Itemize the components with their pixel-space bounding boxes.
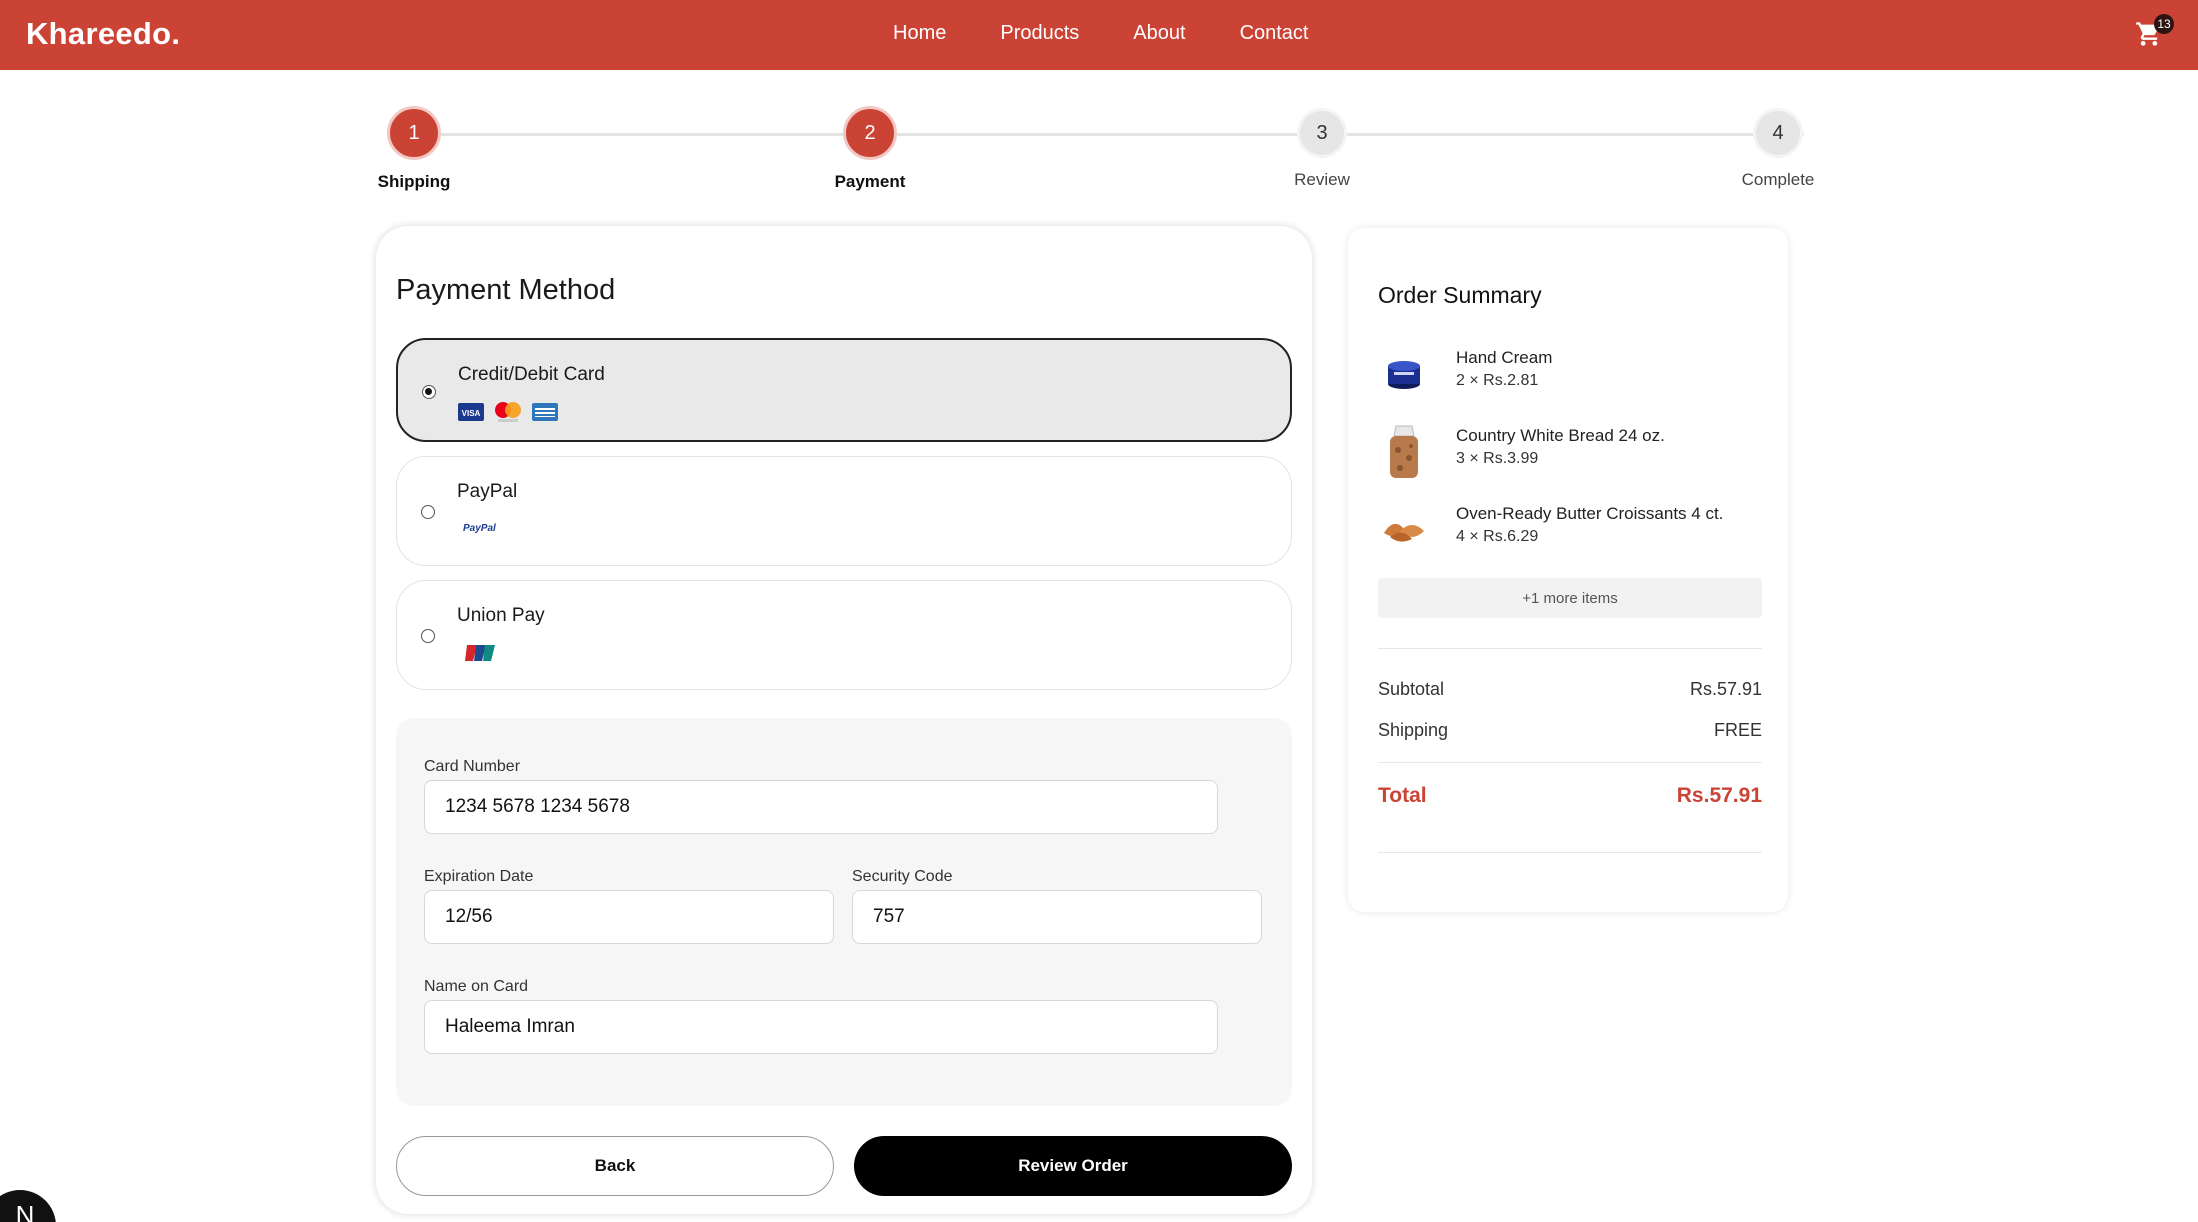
paypal-logos: PayPal — [457, 523, 496, 534]
shipping-row: Shipping FREE — [1378, 720, 1762, 741]
expiration-date-input[interactable] — [424, 890, 834, 944]
total-label: Total — [1378, 784, 1427, 807]
step-number: 2 — [843, 106, 897, 160]
amex-logo-icon — [532, 403, 558, 421]
review-order-button[interactable]: Review Order — [854, 1136, 1292, 1196]
step-label: Complete — [1741, 170, 1815, 189]
unionpay-radio[interactable] — [421, 629, 435, 643]
step-payment: 2 Payment — [800, 106, 940, 192]
dev-tools-badge[interactable]: N — [0, 1190, 56, 1222]
item-quantity-price: 4 × Rs.6.29 — [1456, 528, 1539, 545]
summary-divider — [1378, 852, 1762, 853]
stepper-line — [410, 133, 1804, 136]
order-summary-panel: Order Summary Hand Cream 2 × Rs.2.81 Cou… — [1348, 228, 1788, 912]
more-items-indicator[interactable]: +1 more items — [1378, 578, 1762, 618]
payment-option-unionpay[interactable]: Union Pay — [396, 580, 1292, 690]
nav-contact-link[interactable]: Contact — [1240, 22, 1309, 45]
svg-text:VISA: VISA — [462, 409, 481, 418]
step-label: Review — [1294, 170, 1350, 189]
step-shipping: 1 Shipping — [344, 106, 484, 192]
visa-logo-icon: VISA — [458, 403, 484, 421]
croissants-image-icon — [1378, 500, 1430, 560]
expiration-date-label: Expiration Date — [424, 868, 534, 885]
item-name: Hand Cream — [1456, 348, 1553, 367]
back-button[interactable]: Back — [396, 1136, 834, 1196]
bread-image-icon — [1378, 422, 1430, 482]
payment-panel: Payment Method Credit/Debit Card VISA Pa… — [376, 226, 1312, 1214]
nav-links: Home Products About Contact — [893, 22, 1363, 45]
subtotal-value: Rs.57.91 — [1689, 679, 1762, 699]
step-label: Payment — [834, 172, 906, 191]
step-number: 4 — [1753, 108, 1803, 158]
unionpay-option-label: Union Pay — [457, 605, 545, 626]
hand-cream-image-icon — [1378, 344, 1430, 404]
subtotal-row: Subtotal Rs.57.91 — [1378, 679, 1762, 700]
step-number: 1 — [387, 106, 441, 160]
cart-button[interactable]: 13 — [2134, 14, 2174, 50]
item-name: Country White Bread 24 oz. — [1456, 426, 1665, 445]
nav-about-link[interactable]: About — [1133, 22, 1185, 45]
step-review: 3 Review — [1252, 106, 1392, 190]
paypal-radio[interactable] — [421, 505, 435, 519]
subtotal-label: Subtotal — [1378, 679, 1445, 699]
order-summary-title: Order Summary — [1378, 282, 1542, 308]
cart-count-badge: 13 — [2154, 14, 2174, 34]
card-radio[interactable] — [422, 385, 436, 399]
name-on-card-label: Name on Card — [424, 978, 529, 995]
total-value: Rs.57.91 — [1676, 784, 1762, 807]
shipping-value: FREE — [1713, 720, 1762, 740]
summary-divider — [1378, 648, 1762, 649]
mastercard-logo-icon — [495, 402, 521, 422]
paypal-logo-icon: PayPal — [463, 523, 496, 534]
card-logos: VISA — [458, 400, 558, 424]
summary-divider — [1378, 762, 1762, 763]
payment-option-card[interactable]: Credit/Debit Card VISA — [396, 338, 1292, 442]
shipping-label: Shipping — [1378, 720, 1449, 740]
total-row: Total Rs.57.91 — [1378, 784, 1762, 808]
paypal-option-label: PayPal — [457, 481, 518, 502]
step-label: Shipping — [377, 172, 451, 191]
step-number: 3 — [1297, 108, 1347, 158]
payment-option-paypal[interactable]: PayPal PayPal — [396, 456, 1292, 566]
nav-home-link[interactable]: Home — [893, 22, 946, 45]
item-quantity-price: 2 × Rs.2.81 — [1456, 372, 1539, 389]
card-option-label: Credit/Debit Card — [458, 364, 605, 385]
summary-item: Hand Cream 2 × Rs.2.81 — [1378, 344, 1778, 410]
payment-title: Payment Method — [396, 274, 616, 306]
name-on-card-input[interactable] — [424, 1000, 1218, 1054]
brand-logo[interactable]: Khareedo. — [26, 16, 180, 52]
security-code-label: Security Code — [852, 868, 953, 885]
item-name: Oven-Ready Butter Croissants 4 ct. — [1456, 504, 1724, 523]
step-complete: 4 Complete — [1708, 106, 1848, 190]
summary-item: Oven-Ready Butter Croissants 4 ct. 4 × R… — [1378, 500, 1778, 566]
card-number-input[interactable] — [424, 780, 1218, 834]
card-number-label: Card Number — [424, 758, 521, 775]
item-quantity-price: 3 × Rs.3.99 — [1456, 450, 1539, 467]
unionpay-logo-icon — [465, 645, 495, 661]
card-details-form: Card Number Expiration Date Security Cod… — [396, 718, 1292, 1106]
unionpay-logos — [457, 643, 497, 663]
security-code-input[interactable] — [852, 890, 1262, 944]
nav-products-link[interactable]: Products — [1000, 22, 1079, 45]
checkout-stepper: 1 Shipping 2 Payment 3 Review 4 Complete — [374, 106, 1820, 196]
top-navbar: Khareedo. Home Products About Contact 13 — [0, 0, 2198, 70]
summary-item: Country White Bread 24 oz. 3 × Rs.3.99 — [1378, 422, 1778, 488]
